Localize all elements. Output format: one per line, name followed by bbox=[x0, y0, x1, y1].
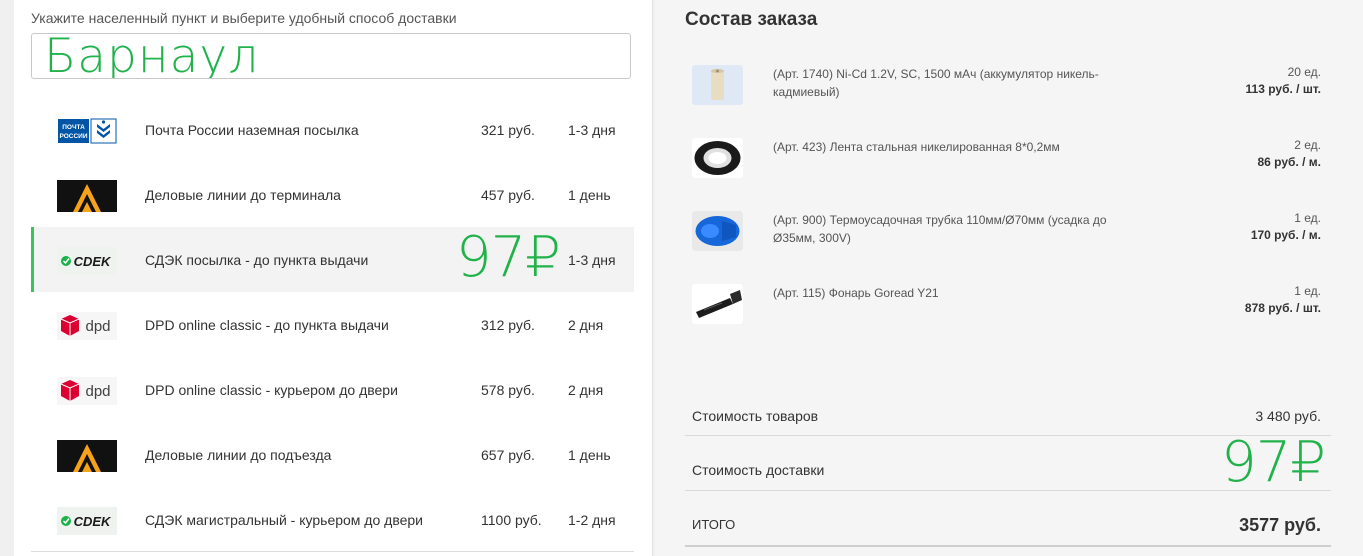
delivery-option-delovye-terminal[interactable]: Деловые линии до терминала 457 руб. 1 де… bbox=[31, 162, 634, 227]
order-item: (Арт. 115) Фонарь Goread Y21 1 ед. 878 р… bbox=[692, 279, 1323, 352]
delivery-option-pochta[interactable]: ПОЧТА РОССИИ Почта России наземная посыл… bbox=[31, 97, 634, 162]
tape-roll-thumb bbox=[692, 138, 743, 178]
delivery-option-dpd-pickup[interactable]: dpd DPD online classic - до пункта выдач… bbox=[31, 292, 634, 357]
delivery-option-delovye-door[interactable]: Деловые линии до подъезда 657 руб. 1 ден… bbox=[31, 422, 634, 487]
delivery-option-days: 2 дня bbox=[568, 382, 604, 398]
svg-text:CDEK: CDEK bbox=[74, 514, 112, 529]
cdek-logo: CDEK bbox=[57, 247, 117, 275]
order-item-qty: 2 ед. bbox=[1294, 138, 1321, 152]
delivery-option-price: 97₽ bbox=[456, 225, 561, 290]
delivery-cost-value: 97₽ bbox=[1221, 430, 1326, 495]
delivery-cost-row: Стоимость доставки 97₽ bbox=[685, 430, 1331, 495]
order-item-desc: (Арт. 115) Фонарь Goread Y21 bbox=[773, 286, 939, 300]
list-divider bbox=[31, 551, 634, 552]
order-item-qty: 1 ед. bbox=[1294, 211, 1321, 225]
delivery-option-name: Деловые линии до терминала bbox=[145, 187, 341, 203]
svg-text:dpd: dpd bbox=[85, 318, 110, 335]
delivery-option-dpd-courier[interactable]: dpd DPD online classic - курьером до две… bbox=[31, 357, 634, 422]
city-input[interactable] bbox=[31, 33, 631, 79]
delivery-option-name: Почта России наземная посылка bbox=[145, 122, 359, 138]
delivery-option-name: СДЭК магистральный - курьером до двери bbox=[145, 512, 423, 528]
delivery-methods-list: ПОЧТА РОССИИ Почта России наземная посыл… bbox=[31, 97, 634, 552]
delovye-linii-logo bbox=[57, 180, 117, 212]
delivery-option-days: 1-3 дня bbox=[568, 122, 616, 138]
flashlight-thumb bbox=[692, 284, 743, 324]
svg-text:ПОЧТА: ПОЧТА bbox=[62, 124, 85, 131]
order-summary-panel: Состав заказа (Арт. 1740) Ni-Cd 1.2V, SC… bbox=[655, 0, 1363, 556]
delivery-option-price: 312 руб. bbox=[481, 317, 535, 333]
order-items-list: (Арт. 1740) Ni-Cd 1.2V, SC, 1500 мАч (ак… bbox=[692, 60, 1323, 352]
order-item-desc: (Арт. 1740) Ni-Cd 1.2V, SC, 1500 мАч (ак… bbox=[773, 67, 1099, 99]
delivery-option-cdek-courier[interactable]: CDEK СДЭК магистральный - курьером до дв… bbox=[31, 487, 634, 552]
delivery-prompt: Укажите населенный пункт и выберите удоб… bbox=[31, 10, 457, 26]
order-title: Состав заказа bbox=[685, 9, 818, 30]
svg-text:РОССИИ: РОССИИ bbox=[59, 133, 87, 140]
delivery-option-days: 1-2 дня bbox=[568, 512, 616, 528]
order-item: (Арт. 1740) Ni-Cd 1.2V, SC, 1500 мАч (ак… bbox=[692, 60, 1323, 133]
battery-thumb bbox=[692, 65, 743, 105]
delivery-option-price: 457 руб. bbox=[481, 187, 535, 203]
goods-cost-value: 3 480 руб. bbox=[1255, 408, 1321, 424]
order-item: (Арт. 423) Лента стальная никелированная… bbox=[692, 133, 1323, 206]
delivery-option-days: 1 день bbox=[568, 447, 611, 463]
svg-text:dpd: dpd bbox=[85, 383, 110, 400]
delivery-option-days: 2 дня bbox=[568, 317, 604, 333]
delivery-option-price: 1100 руб. bbox=[481, 512, 542, 528]
delivery-option-price: 578 руб. bbox=[481, 382, 535, 398]
delivery-option-name: DPD online classic - до пункта выдачи bbox=[145, 317, 389, 333]
total-label: ИТОГО bbox=[692, 517, 736, 532]
order-item-qty: 20 ед. bbox=[1287, 65, 1321, 79]
goods-cost-label: Стоимость товаров bbox=[692, 408, 819, 424]
delivery-cost-label: Стоимость доставки bbox=[692, 462, 825, 478]
shrink-tube-thumb bbox=[692, 211, 743, 251]
total-row: ИТОГО 3577 руб. bbox=[685, 491, 1331, 547]
order-item-price: 86 руб. / м. bbox=[1257, 155, 1322, 169]
delivery-option-cdek-pickup[interactable]: CDEK СДЭК посылка - до пункта выдачи 97₽… bbox=[31, 225, 634, 292]
total-value: 3577 руб. bbox=[1239, 515, 1321, 535]
cdek-logo: CDEK bbox=[57, 507, 117, 535]
order-item-price: 878 руб. / шт. bbox=[1244, 301, 1321, 315]
delivery-option-name: Деловые линии до подъезда bbox=[145, 447, 332, 463]
delivery-option-days: 1 день bbox=[568, 187, 611, 203]
order-item-qty: 1 ед. bbox=[1294, 284, 1321, 298]
delivery-option-price: 321 руб. bbox=[481, 122, 535, 138]
order-item: (Арт. 900) Термоусадочная трубка 110мм/Ø… bbox=[692, 206, 1323, 279]
order-item-price: 170 руб. / м. bbox=[1250, 228, 1321, 242]
delivery-option-name: DPD online classic - курьером до двери bbox=[145, 382, 398, 398]
order-item-price: 113 руб. / шт. bbox=[1245, 82, 1321, 96]
order-item-desc: (Арт. 900) Термоусадочная трубка 110мм/Ø… bbox=[773, 213, 1107, 245]
dpd-logo: dpd bbox=[57, 377, 117, 405]
order-item-desc: (Арт. 423) Лента стальная никелированная… bbox=[773, 140, 1060, 154]
delivery-option-price: 657 руб. bbox=[481, 447, 535, 463]
delovye-linii-logo bbox=[57, 440, 117, 472]
delivery-panel: Укажите населенный пункт и выберите удоб… bbox=[14, 0, 653, 556]
order-totals: Стоимость товаров 3 480 руб. Стоимость д… bbox=[685, 390, 1331, 547]
delivery-option-name: СДЭК посылка - до пункта выдачи bbox=[145, 252, 369, 268]
svg-text:CDEK: CDEK bbox=[74, 254, 112, 269]
delivery-option-days: 1-3 дня bbox=[568, 252, 616, 268]
dpd-logo: dpd bbox=[57, 312, 117, 340]
pochta-rossii-logo: ПОЧТА РОССИИ bbox=[57, 117, 117, 145]
